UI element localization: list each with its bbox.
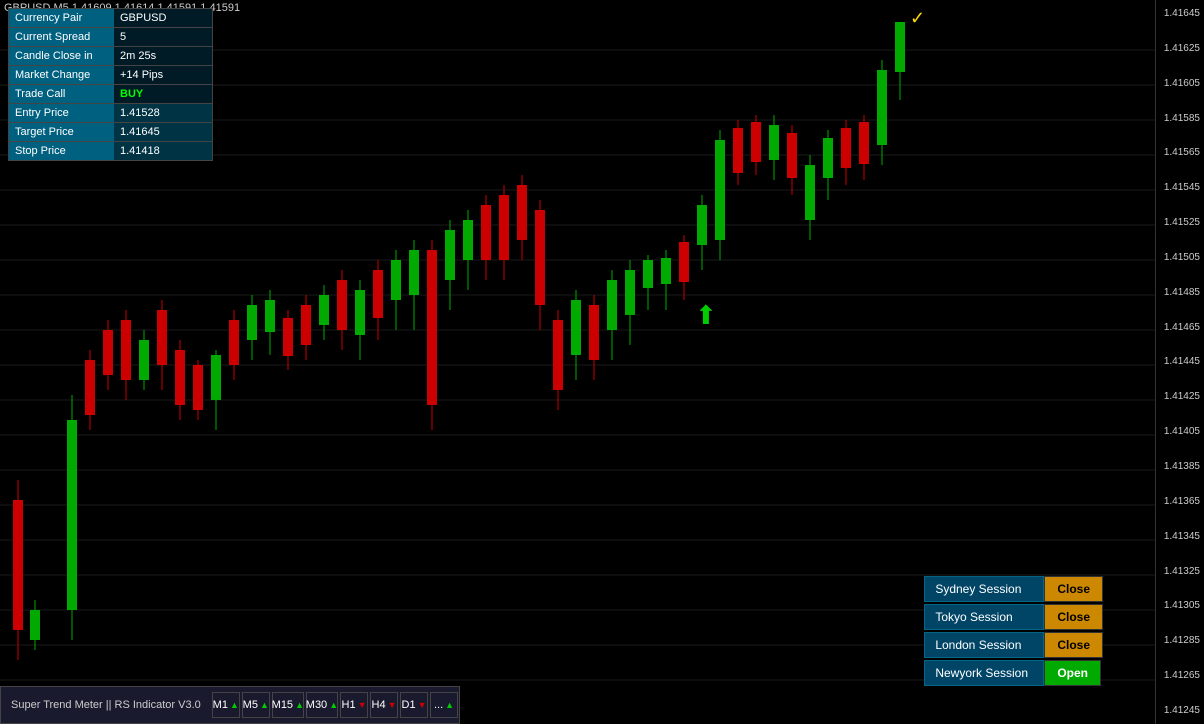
price-level: 1.41405 bbox=[1158, 426, 1202, 437]
session-status-btn[interactable]: Close bbox=[1044, 632, 1103, 658]
info-row: Target Price1.41645 bbox=[9, 123, 212, 142]
price-level: 1.41325 bbox=[1158, 566, 1202, 577]
session-name: London Session bbox=[924, 632, 1044, 658]
price-level: 1.41245 bbox=[1158, 705, 1202, 716]
info-row-value: 1.41528 bbox=[114, 104, 212, 122]
price-level: 1.41565 bbox=[1158, 147, 1202, 158]
info-row-value: BUY bbox=[114, 85, 212, 103]
price-level: 1.41585 bbox=[1158, 113, 1202, 124]
indicator-title: Super Trend Meter || RS Indicator V3.0 bbox=[1, 699, 211, 711]
info-row: Candle Close in2m 25s bbox=[9, 47, 212, 66]
info-row-value: 1.41418 bbox=[114, 142, 212, 160]
info-row-label: Stop Price bbox=[9, 142, 114, 160]
info-row-value: +14 Pips bbox=[114, 66, 212, 84]
price-level: 1.41445 bbox=[1158, 356, 1202, 367]
info-row-label: Target Price bbox=[9, 123, 114, 141]
price-level: 1.41265 bbox=[1158, 670, 1202, 681]
info-panel: Currency PairGBPUSDCurrent Spread5Candle… bbox=[8, 8, 213, 161]
price-level: 1.41485 bbox=[1158, 287, 1202, 298]
session-status-btn[interactable]: Close bbox=[1044, 576, 1103, 602]
price-level: 1.41465 bbox=[1158, 322, 1202, 333]
info-row: Entry Price1.41528 bbox=[9, 104, 212, 123]
price-level: 1.41285 bbox=[1158, 635, 1202, 646]
session-name: Tokyo Session bbox=[924, 604, 1044, 630]
price-level: 1.41525 bbox=[1158, 217, 1202, 228]
timeframe-button[interactable]: M15▲ bbox=[272, 692, 304, 718]
price-level: 1.41605 bbox=[1158, 78, 1202, 89]
session-row: Tokyo SessionClose bbox=[924, 604, 1103, 630]
session-status-btn[interactable]: Open bbox=[1044, 660, 1101, 686]
info-row-label: Entry Price bbox=[9, 104, 114, 122]
timeframe-button[interactable]: M5▲ bbox=[242, 692, 270, 718]
session-row: Newyork SessionOpen bbox=[924, 660, 1103, 686]
info-row-value: 1.41645 bbox=[114, 123, 212, 141]
price-level: 1.41545 bbox=[1158, 182, 1202, 193]
session-row: London SessionClose bbox=[924, 632, 1103, 658]
session-panel: Sydney SessionCloseTokyo SessionCloseLon… bbox=[924, 576, 1103, 686]
price-level: 1.41625 bbox=[1158, 43, 1202, 54]
price-level: 1.41505 bbox=[1158, 252, 1202, 263]
info-row-label: Trade Call bbox=[9, 85, 114, 103]
timeframe-button[interactable]: H4▼ bbox=[370, 692, 398, 718]
info-row-value: 2m 25s bbox=[114, 47, 212, 65]
timeframe-button[interactable]: M1▲ bbox=[212, 692, 240, 718]
price-level: 1.41345 bbox=[1158, 531, 1202, 542]
chart-container: GBPUSD,M5 1.41609 1.41614 1.41591 1.4159… bbox=[0, 0, 1155, 724]
price-level: 1.41365 bbox=[1158, 496, 1202, 507]
info-row-value: GBPUSD bbox=[114, 9, 212, 27]
info-row-label: Candle Close in bbox=[9, 47, 114, 65]
price-level: 1.41425 bbox=[1158, 391, 1202, 402]
info-row: Trade CallBUY bbox=[9, 85, 212, 104]
info-row-label: Current Spread bbox=[9, 28, 114, 46]
info-row: Currency PairGBPUSD bbox=[9, 9, 212, 28]
timeframe-button[interactable]: M30▲ bbox=[306, 692, 338, 718]
price-level: 1.41385 bbox=[1158, 461, 1202, 472]
session-status-btn[interactable]: Close bbox=[1044, 604, 1103, 630]
info-row: Market Change+14 Pips bbox=[9, 66, 212, 85]
session-row: Sydney SessionClose bbox=[924, 576, 1103, 602]
info-row: Stop Price1.41418 bbox=[9, 142, 212, 160]
price-level: 1.41645 bbox=[1158, 8, 1202, 19]
info-row-label: Currency Pair bbox=[9, 9, 114, 27]
timeframe-button[interactable]: D1▼ bbox=[400, 692, 428, 718]
info-row: Current Spread5 bbox=[9, 28, 212, 47]
session-name: Newyork Session bbox=[924, 660, 1044, 686]
info-row-value: 5 bbox=[114, 28, 212, 46]
buy-signal-arrow: ⬆ bbox=[695, 300, 717, 331]
info-row-label: Market Change bbox=[9, 66, 114, 84]
session-name: Sydney Session bbox=[924, 576, 1044, 602]
timeframe-button[interactable]: H1▼ bbox=[340, 692, 368, 718]
price-level: 1.41305 bbox=[1158, 600, 1202, 611]
bottom-toolbar: Super Trend Meter || RS Indicator V3.0M1… bbox=[0, 686, 460, 724]
timeframe-buttons bbox=[0, 686, 8, 724]
price-axis: 1.41645 1.41625 1.41605 1.41585 1.41565 1.415… bbox=[1155, 0, 1204, 724]
timeframe-button[interactable]: ...▲ bbox=[430, 692, 458, 718]
gold-checkmark: ✓ bbox=[910, 8, 925, 29]
